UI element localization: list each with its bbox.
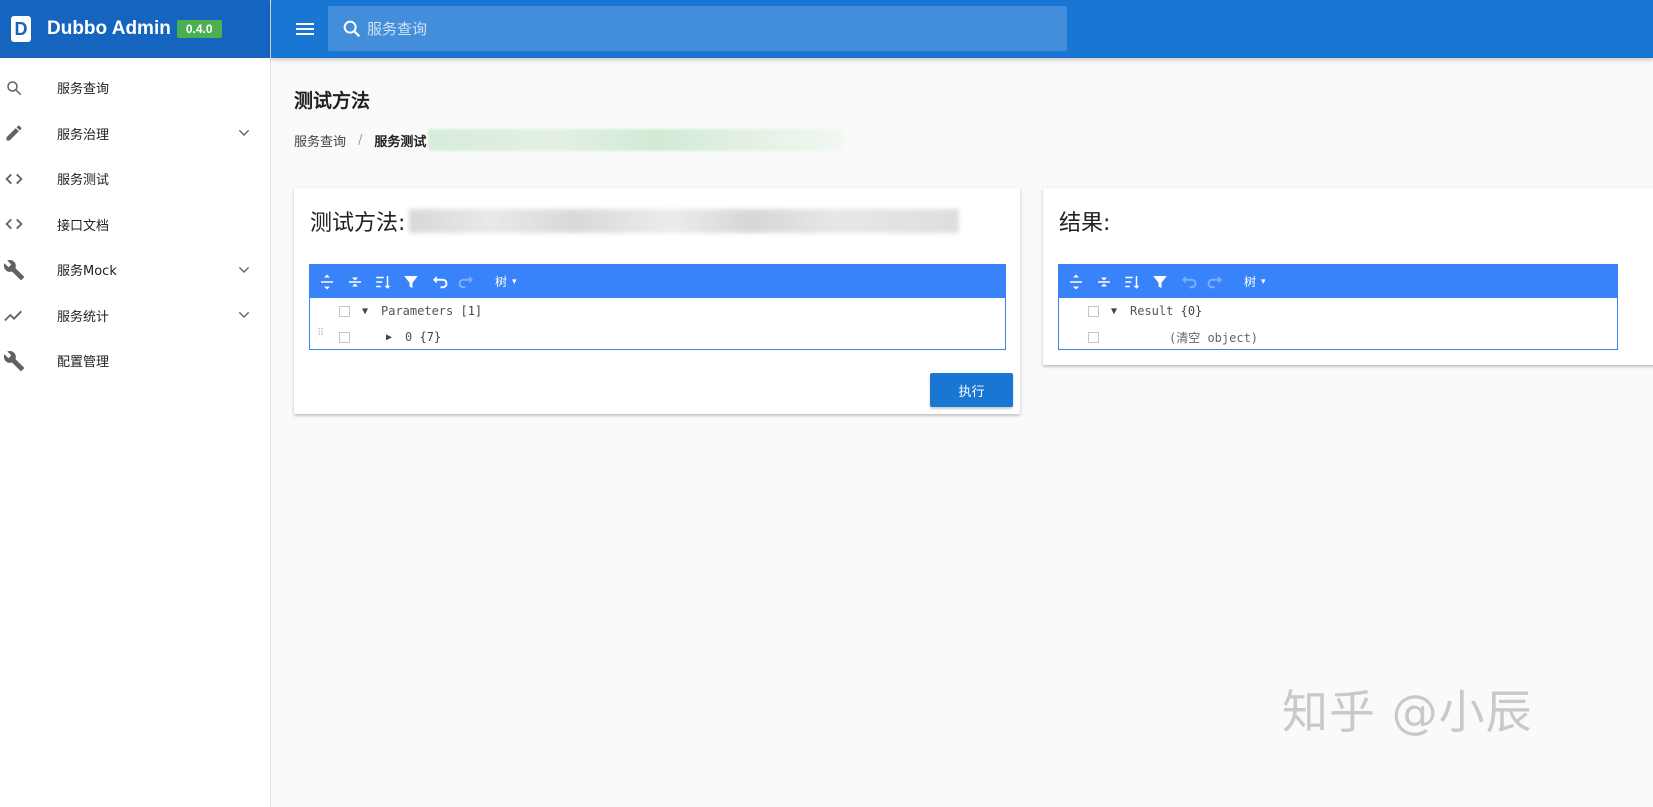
tree-node-label: 0 {7} [405,330,441,344]
node-key: Result [1130,304,1174,318]
sidebar-item-service-test[interactable]: 服务测试 [0,156,270,202]
page-title: 测试方法 [294,90,371,112]
mode-dropdown[interactable]: 树 ▾ [495,273,517,290]
sidebar-nav: 服务查询 服务治理 服务测试 接口文档 服务Mock 服务统计 配置管理 [0,65,270,384]
breadcrumb-item-service-search[interactable]: 服务查询 [294,131,346,150]
sidebar-item-label: 配置管理 [57,355,110,371]
pencil-icon [2,121,26,145]
chevron-down-icon[interactable] [236,125,252,141]
app-title: Dubbo Admin [47,18,171,39]
execute-button[interactable]: 执行 [930,373,1013,407]
sidebar-item-label: 服务测试 [57,173,110,189]
drag-handle-icon[interactable]: ⠿ [317,329,327,343]
caret-down-icon: ▾ [1261,276,1266,287]
search-input[interactable] [367,19,1017,38]
tree-node-label: Result {0} [1130,304,1202,318]
watermark: 知乎 @小辰 [1282,685,1533,739]
mode-label: 树 [495,275,508,289]
row-checkbox[interactable] [1088,305,1099,317]
wrench-icon [2,349,26,373]
tree-row[interactable]: ⠿ ▶ 0 {7} [310,324,1005,350]
node-count: [1] [460,304,483,318]
node-key: 0 [405,330,413,344]
sidebar-item-label: 接口文档 [57,218,110,234]
breadcrumb-item-service-test: 服务测试 [374,134,427,150]
sidebar-item-label: 服务查询 [57,82,110,98]
chevron-down-icon[interactable] [236,307,252,323]
sidebar-item-service-governance[interactable]: 服务治理 [0,111,270,157]
code-icon [2,212,26,236]
sidebar-item-api-docs[interactable]: 接口文档 [0,202,270,248]
collapsed-triangle-icon[interactable]: ▶ [386,332,392,343]
redo-icon[interactable] [455,270,479,294]
test-method-title: 测试方法: [310,211,406,236]
undo-icon[interactable] [427,270,451,294]
json-tree: ▼ Parameters [1] ⠿ ▶ 0 {7} [310,298,1005,350]
wrench-icon [2,258,26,282]
json-tree: ▼ Result {0} (清空 object) [1059,298,1617,350]
tree-row[interactable]: ▼ Parameters [1] [310,298,1005,324]
editor-toolbar: 树 ▾ [310,265,1005,298]
result-card: 结果: 树 ▾ ▼ Result {0} (清空 object) [1043,188,1653,365]
expanded-triangle-icon[interactable]: ▼ [1111,306,1117,317]
filter-icon[interactable] [1148,270,1172,294]
sidebar-item-service-mock[interactable]: 服务Mock [0,247,270,293]
dubbo-logo-icon: D [11,16,31,42]
result-title: 结果: [1059,211,1111,236]
breadcrumb-separator: / [358,132,363,148]
test-method-card: 测试方法: 树 ▾ ▼ Parameters [1] ⠿ ▶ 0 {7} 执行 [294,188,1020,414]
caret-down-icon: ▾ [512,276,517,287]
sidebar-item-service-search[interactable]: 服务查询 [0,65,270,111]
sort-icon[interactable] [371,270,395,294]
version-badge: 0.4.0 [176,20,222,38]
tree-row[interactable]: (清空 object) [1059,324,1617,350]
sidebar-item-service-stats[interactable]: 服务统计 [0,293,270,339]
sidebar: D Dubbo Admin 0.4.0 服务查询 服务治理 服务测试 接口文档 … [0,0,271,807]
parameters-json-editor[interactable]: 树 ▾ ▼ Parameters [1] ⠿ ▶ 0 {7} [309,264,1006,350]
sidebar-item-label: 服务统计 [57,309,110,325]
expanded-triangle-icon[interactable]: ▼ [362,306,368,317]
tree-node-label: Parameters [1] [381,304,482,318]
code-icon [2,167,26,191]
menu-icon[interactable] [293,17,317,41]
sidebar-item-config-management[interactable]: 配置管理 [0,338,270,384]
sort-icon[interactable] [1120,270,1144,294]
node-count: {0} [1180,304,1203,318]
expand-all-icon[interactable] [315,270,339,294]
card-title: 结果: [1059,205,1110,237]
redo-icon[interactable] [1204,270,1228,294]
top-app-bar [271,0,1653,58]
collapse-all-icon[interactable] [1092,270,1116,294]
redacted-region [428,129,844,151]
chevron-down-icon[interactable] [236,262,252,278]
row-checkbox[interactable] [339,305,350,317]
sidebar-item-label: 服务治理 [57,127,110,143]
filter-icon[interactable] [399,270,423,294]
card-title: 测试方法: [310,205,960,237]
tree-row[interactable]: ▼ Result {0} [1059,298,1617,324]
search-icon [2,76,26,100]
empty-object-placeholder[interactable]: (清空 object) [1169,329,1258,346]
node-key: Parameters [381,304,454,318]
redacted-region [409,209,960,233]
row-checkbox[interactable] [1088,331,1099,343]
row-checkbox[interactable] [339,331,350,343]
trending-icon [2,303,26,327]
sidebar-item-label: 服务Mock [57,264,117,280]
breadcrumb: 服务查询 / 服务测试 [294,129,844,151]
expand-all-icon[interactable] [1064,270,1088,294]
editor-toolbar: 树 ▾ [1059,265,1617,298]
brand-header: D Dubbo Admin 0.4.0 [0,0,270,58]
search-bar[interactable] [328,6,1067,51]
collapse-all-icon[interactable] [343,270,367,294]
undo-icon[interactable] [1176,270,1200,294]
search-icon [343,20,361,37]
result-json-editor[interactable]: 树 ▾ ▼ Result {0} (清空 object) [1058,264,1618,350]
mode-label: 树 [1244,275,1257,289]
mode-dropdown[interactable]: 树 ▾ [1244,273,1266,290]
node-count: {7} [419,330,442,344]
